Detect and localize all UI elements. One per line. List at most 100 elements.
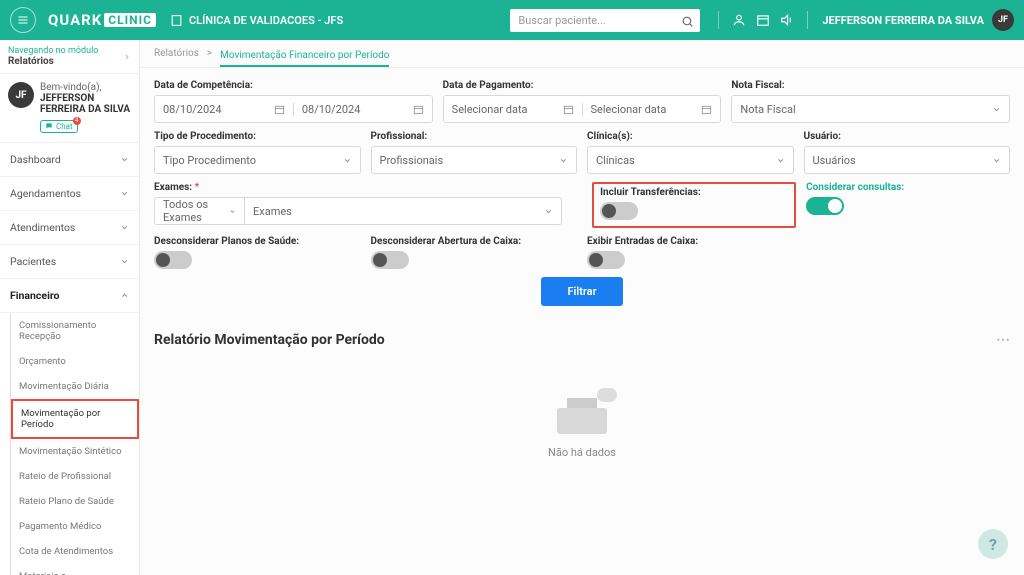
toggle-desc-abertura[interactable] <box>371 251 409 269</box>
date-range-competencia[interactable]: 08/10/2024 08/10/2024 <box>154 95 433 123</box>
select-exames[interactable]: Todos os Exames Exames <box>154 197 562 225</box>
clinic-name-text: CLÍNICA DE VALIDACOES - JFS <box>189 14 343 27</box>
nav-module-label: Navegando no módulo <box>8 46 98 56</box>
nav-module-header[interactable]: Navegando no módulo Relatórios <box>0 40 139 74</box>
select-clinicas[interactable]: Clínicas <box>587 146 794 174</box>
clinic-selector[interactable]: CLÍNICA DE VALIDACOES - JFS <box>170 14 343 27</box>
sidebar-item-pacientes[interactable]: Pacientes <box>0 245 139 279</box>
chat-label: Chat <box>56 122 73 131</box>
report-title: Relatório Movimentação por Período <box>154 332 385 348</box>
submenu-mov-periodo[interactable]: Movimentação por Período <box>11 399 139 439</box>
submenu-pagamento-medico[interactable]: Pagamento Médico <box>11 514 139 539</box>
search-wrap <box>510 9 700 32</box>
label-profissional: Profissional: <box>371 131 578 142</box>
sidebar-item-agendamentos[interactable]: Agendamentos <box>0 177 139 211</box>
logo-main: QUARK <box>48 11 102 29</box>
submenu-mov-sintetico[interactable]: Movimentação Sintético <box>11 439 139 464</box>
chevron-down-icon <box>992 105 1001 114</box>
submenu-comissionamento[interactable]: Comissionamento Recepção <box>11 313 139 349</box>
more-icon[interactable]: ⋯ <box>996 332 1010 348</box>
label-consid-cons: Considerar consultas: <box>806 182 1010 193</box>
search-input[interactable] <box>510 9 700 32</box>
sidebar: Navegando no módulo Relatórios JF Bem-vi… <box>0 40 140 575</box>
select-profissional[interactable]: Profissionais <box>371 146 578 174</box>
welcome-label: Bem-vindo(a), <box>40 82 131 93</box>
chevron-up-icon <box>120 291 129 300</box>
welcome-block: JF Bem-vindo(a), JEFFERSON FERREIRA DA S… <box>0 74 139 143</box>
chevron-down-icon <box>559 156 568 165</box>
calendar-icon[interactable] <box>756 13 770 27</box>
hamburger-icon <box>17 14 29 26</box>
select-nota-fiscal[interactable]: Nota Fiscal <box>731 95 1010 123</box>
label-exames: Exames: <box>154 182 562 193</box>
menu-toggle-button[interactable] <box>10 7 36 33</box>
empty-text: Não há dados <box>548 446 616 459</box>
toggle-consid-cons[interactable] <box>806 197 844 215</box>
chevron-down-icon <box>120 257 129 266</box>
submenu-rateio-prof[interactable]: Rateio de Profissional <box>11 464 139 489</box>
separator <box>718 11 719 29</box>
main: Relatórios > Movimentação Financeiro por… <box>140 40 1024 575</box>
calendar-icon <box>701 104 712 115</box>
welcome-user: JEFFERSON FERREIRA DA SILVA <box>40 93 131 115</box>
sidebar-item-atendimentos[interactable]: Atendimentos <box>0 211 139 245</box>
highlight-incluir-trans: Incluir Transferências: <box>592 182 796 228</box>
submenu-rateio-plano[interactable]: Rateio Plano de Saúde <box>11 489 139 514</box>
select-tipo-proc[interactable]: Tipo Procedimento <box>154 146 361 174</box>
date-range-pagamento[interactable]: Selecionar data Selecionar data <box>443 95 722 123</box>
label-desc-planos: Desconsiderar Planos de Saúde: <box>154 236 361 247</box>
report-section: Relatório Movimentação por Período ⋯ Não… <box>140 318 1024 493</box>
building-icon <box>170 14 183 27</box>
avatar[interactable]: JF <box>992 9 1014 31</box>
label-data-comp: Data de Competência: <box>154 80 433 91</box>
filter-button[interactable]: Filtrar <box>541 277 622 306</box>
label-tipo-proc: Tipo de Procedimento: <box>154 131 361 142</box>
chevron-down-icon <box>544 207 553 216</box>
breadcrumb: Relatórios > Movimentação Financeiro por… <box>140 40 1024 68</box>
label-usuario: Usuário: <box>804 131 1011 142</box>
chevron-down-icon <box>120 155 129 164</box>
calendar-icon <box>274 104 285 115</box>
sidebar-avatar: JF <box>8 82 34 108</box>
user-icon[interactable] <box>732 13 746 27</box>
nav-module-title: Relatórios <box>8 56 98 67</box>
toggle-desc-planos[interactable] <box>154 251 192 269</box>
chat-count-badge: 4 <box>73 117 81 125</box>
submenu-cota[interactable]: Cota de Atendimentos <box>11 539 139 564</box>
chevron-down-icon <box>229 207 236 216</box>
filters: Data de Competência: 08/10/2024 08/10/20… <box>140 68 1024 318</box>
sidebar-item-financeiro[interactable]: Financeiro <box>0 279 139 313</box>
empty-state: Não há dados <box>154 378 1010 479</box>
sidebar-item-dashboard[interactable]: Dashboard <box>0 143 139 177</box>
header-user-name: JEFFERSON FERREIRA DA SILVA <box>822 14 984 27</box>
chevron-down-icon <box>120 223 129 232</box>
submenu-mov-diaria[interactable]: Movimentação Diária <box>11 374 139 399</box>
label-data-pag: Data de Pagamento: <box>443 80 722 91</box>
chevron-down-icon <box>343 156 352 165</box>
chevron-right-icon <box>123 53 131 61</box>
chevron-down-icon <box>992 156 1001 165</box>
label-desc-abertura: Desconsiderar Abertura de Caixa: <box>371 236 578 247</box>
toggle-exibir-entradas[interactable] <box>587 251 625 269</box>
toggle-incluir-trans[interactable] <box>600 202 638 220</box>
header: QUARK CLINIC CLÍNICA DE VALIDACOES - JFS… <box>0 0 1024 40</box>
printer-icon <box>557 398 607 438</box>
chat-button[interactable]: Chat 4 <box>40 120 78 133</box>
submenu-materiais[interactable]: Materiais e Medicamentos <box>11 564 139 575</box>
submenu-orcamento[interactable]: Orçamento <box>11 349 139 374</box>
chevron-down-icon <box>776 156 785 165</box>
separator <box>807 11 808 29</box>
breadcrumb-root[interactable]: Relatórios <box>154 48 199 59</box>
breadcrumb-sep: > <box>207 48 212 59</box>
search-icon[interactable] <box>681 13 694 32</box>
calendar-icon <box>413 104 424 115</box>
volume-icon[interactable] <box>780 13 794 27</box>
select-usuario[interactable]: Usuários <box>804 146 1011 174</box>
help-fab[interactable]: ? <box>978 529 1008 559</box>
calendar-icon <box>563 104 574 115</box>
breadcrumb-current: Movimentação Financeiro por Período <box>220 50 389 67</box>
label-incluir-trans: Incluir Transferências: <box>600 187 788 198</box>
label-nota-fiscal: Nota Fiscal: <box>731 80 1010 91</box>
logo-sub: CLINIC <box>104 13 156 27</box>
label-exibir-entradas: Exibir Entradas de Caixa: <box>587 236 794 247</box>
